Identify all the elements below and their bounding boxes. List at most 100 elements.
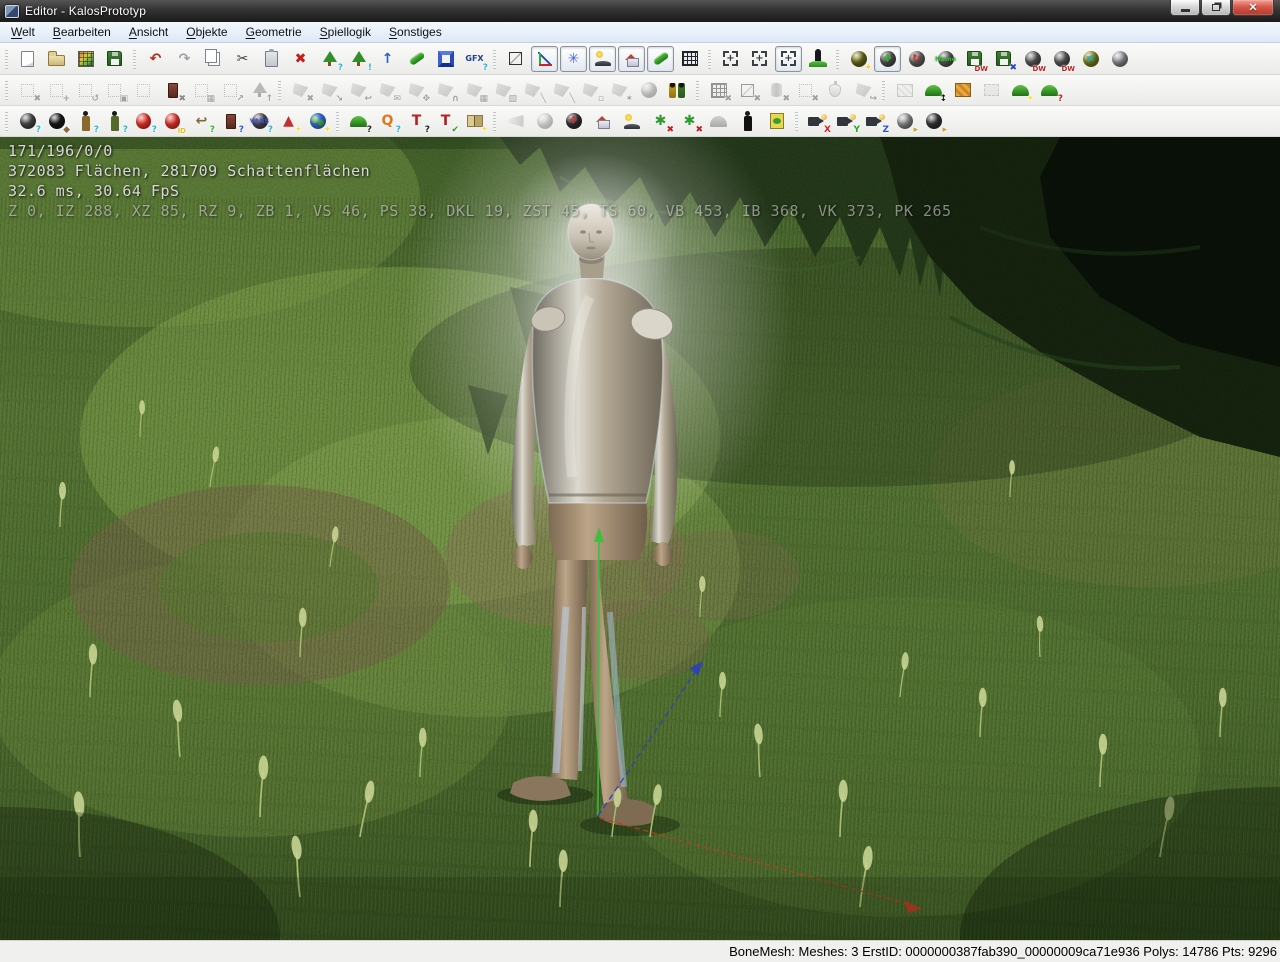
actor-info-button[interactable]: ? [101,108,128,134]
undo-button[interactable]: ↶ [142,46,169,72]
terrain-query-button[interactable]: ? [345,108,372,134]
camera-y-button[interactable]: Y [833,108,860,134]
menu-spiellogik[interactable]: Spiellogik [311,23,380,41]
menu-objekte[interactable]: Objekte [177,23,236,41]
actor-armor-info-button[interactable]: ? [72,108,99,134]
environment-toggle-icon [595,51,611,66]
axes-toggle-button[interactable] [531,46,558,72]
menu-geometrie[interactable]: Geometrie [237,23,311,41]
wireframe-toggle-button[interactable] [502,46,529,72]
new-world-button[interactable] [14,46,41,72]
object-new-button[interactable]: ✦ [845,46,872,72]
toolbar-grip [5,49,8,69]
beacon-new-button[interactable]: ▲✦ [275,108,302,134]
cut-button[interactable]: ✂ [229,46,256,72]
poly-uv-button: ▫ [577,77,604,103]
object-name-button[interactable]: Name [932,46,959,72]
world-new-button[interactable]: ✦ [304,108,331,134]
walk-mode-button[interactable] [734,108,761,134]
object-load-dw-save-button[interactable]: DW [1048,46,1075,72]
terrain-raise-button[interactable]: ↕ [920,77,947,103]
menu-bearbeiten[interactable]: Bearbeiten [44,23,120,41]
poly-uv-icon [583,83,599,97]
toolbar-grip [795,111,798,131]
terrain-texture-button[interactable] [949,77,976,103]
gizmo-y-axis[interactable] [598,535,599,816]
tree-refresh-button[interactable]: ! [345,46,372,72]
zoom-object-button[interactable] [717,46,744,72]
object-save-delete-button[interactable]: ✖ [990,46,1017,72]
object-save-dw-button[interactable]: DW [961,46,988,72]
grid-remove-badge: ✖ [724,95,732,104]
script-info-button[interactable]: ? [14,108,41,134]
sphere-axes-button[interactable]: ✥ [560,108,587,134]
render-frame-button[interactable] [432,46,459,72]
object-swap-button[interactable]: ⇄ [1077,46,1104,72]
player-view-button[interactable] [804,46,831,72]
grid-overlay-toggle-button[interactable] [676,46,703,72]
camera-target-badge: ▸ [942,126,947,135]
sphere-material-button[interactable]: ◆ [43,108,70,134]
close-button[interactable]: ✕ [1232,0,1274,16]
object-new-badge: ✦ [864,64,872,73]
bug-remove-b-button[interactable]: ✱✖ [676,108,703,134]
gfx-settings-button[interactable]: GFX? [461,46,488,72]
restore-button[interactable] [1201,0,1231,16]
query-info-button[interactable]: Q? [374,108,401,134]
tree-info-button[interactable]: ? [316,46,343,72]
copy-button[interactable] [200,46,227,72]
selection-add-button: + [43,77,70,103]
world-palette-button[interactable] [72,46,99,72]
minimize-button[interactable] [1170,0,1200,16]
actors-pair-button[interactable] [664,77,691,103]
zoom-near-button[interactable] [746,46,773,72]
actor-info-badge: ? [123,126,128,135]
menu-ansicht[interactable]: Ansicht [120,23,177,41]
link-info-button[interactable]: ↩? [188,108,215,134]
camera-x-button[interactable]: X [804,108,831,134]
text-actors-info-button[interactable]: T? [403,108,430,134]
save-world-button[interactable] [101,46,128,72]
bug-remove-a-button[interactable]: ✱✖ [647,108,674,134]
vars-info-button[interactable]: VARS? [246,108,273,134]
zoom-selection-button[interactable] [775,46,802,72]
houses-toggle-button[interactable] [618,46,645,72]
camera-z-button[interactable]: Z [862,108,889,134]
viewport-3d[interactable]: 171/196/0/0 372083 Flächen, 281709 Schat… [0,137,1280,940]
paste-button[interactable] [258,46,285,72]
minimap-view-button[interactable] [763,108,790,134]
environment-toggle-button[interactable] [589,46,616,72]
object-sphere-button[interactable] [1106,46,1133,72]
book-new-button[interactable]: ✦ [461,108,488,134]
object-raise-button[interactable]: ↑ [374,46,401,72]
marker-info-button[interactable]: ? [130,108,157,134]
object-swap-icon [1083,51,1099,67]
query-info-icon: Q [382,114,394,128]
object-move-button[interactable]: ✥ [874,46,901,72]
redo-button[interactable]: ↷ [171,46,198,72]
text-actors-check-button[interactable]: T✔ [432,108,459,134]
status-text: BoneMesh: Meshes: 3 ErstID: 0000000387fa… [729,944,1277,959]
poly-shatter-badge: ✶ [625,95,633,104]
house-place-button[interactable] [589,108,616,134]
menu-sonstiges[interactable]: Sonstiges [380,23,451,41]
pickles-toggle-button[interactable] [647,46,674,72]
marker-id-button[interactable]: ID [159,108,186,134]
camera-target-button[interactable]: ▸ [920,108,947,134]
title-bar[interactable]: Editor - KalosPrototyp ✕ [0,0,1280,22]
object-rotate-button[interactable]: ↻ [903,46,930,72]
toolbar-grip [5,111,8,131]
portal-remove-button[interactable]: ✖ [159,77,186,103]
flares-toggle-button[interactable]: ✳ [560,46,587,72]
delete-button[interactable]: ✖ [287,46,314,72]
terrain-help-button[interactable]: ? [1036,77,1063,103]
camera-orbit-button[interactable]: ▸ [891,108,918,134]
menu-welt[interactable]: Welt [2,23,44,41]
poly-pick-button: ↘ [316,77,343,103]
open-world-button[interactable] [43,46,70,72]
terrain-new-button[interactable]: ✦ [1007,77,1034,103]
pickle-place-button[interactable] [403,46,430,72]
panel-logic-info-button[interactable]: ? [217,108,244,134]
object-load-dw-button[interactable]: DW [1019,46,1046,72]
ambient-place-button[interactable] [618,108,645,134]
